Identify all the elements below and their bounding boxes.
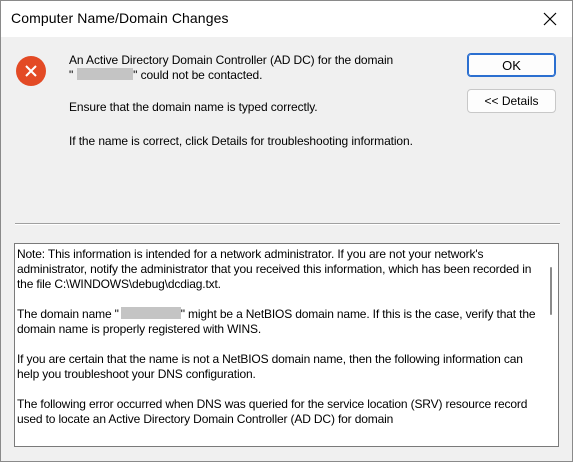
title-bar: Computer Name/Domain Changes [1,1,572,37]
details-paragraph-3: If you are certain that the name is not … [17,352,523,381]
error-message: An Active Directory Domain Controller (A… [69,53,449,83]
close-button[interactable] [528,1,572,37]
details-paragraph-4: The following error occurred when DNS wa… [17,397,528,426]
error-icon [16,56,46,86]
quote-open: " [69,68,74,82]
redacted-domain [77,68,134,80]
error-message-suffix: " could not be contacted. [133,68,263,82]
close-icon [543,12,557,26]
details-paragraph-1: Note: This information is intended for a… [17,247,532,291]
details-text: Note: This information is intended for a… [17,247,545,442]
hint-message: Ensure that the domain name is typed cor… [69,100,318,114]
details-toggle-button[interactable]: << Details [467,89,556,113]
details-textbox[interactable]: Note: This information is intended for a… [14,243,559,447]
divider [15,223,560,225]
redacted-domain-2 [120,307,181,319]
error-message-line1: An Active Directory Domain Controller (A… [69,53,394,67]
ok-button[interactable]: OK [467,53,556,77]
scroll-thumb[interactable] [550,267,552,315]
para2-prefix: The domain name " [17,307,119,321]
vertical-scrollbar[interactable] [544,244,558,446]
details-paragraph-2: The domain name " " might be a NetBIOS do… [17,307,545,337]
dialog-window: Computer Name/Domain Changes An Active D… [0,0,573,462]
details-hint-message: If the name is correct, click Details fo… [69,134,413,148]
window-title: Computer Name/Domain Changes [11,10,229,26]
